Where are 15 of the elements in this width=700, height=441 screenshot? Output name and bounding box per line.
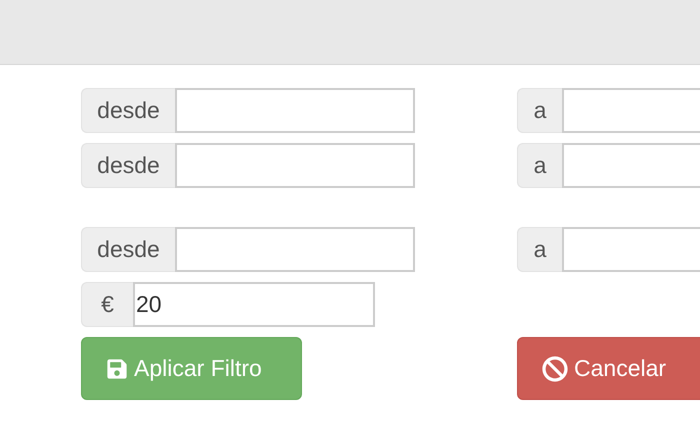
input-addon: a xyxy=(517,227,562,272)
input-addon: desde xyxy=(81,227,175,272)
input-field[interactable] xyxy=(175,227,415,272)
input-field[interactable]: 20 xyxy=(133,282,375,327)
apply-filter-button[interactable]: Aplicar Filtro xyxy=(81,337,302,400)
input-addon: € xyxy=(81,282,133,327)
input-addon: desde xyxy=(81,143,175,188)
input-addon: a xyxy=(517,143,562,188)
ban-icon xyxy=(542,356,568,382)
input-addon: a xyxy=(517,88,562,133)
cancel-button[interactable]: Cancelar xyxy=(517,337,700,400)
save-icon xyxy=(106,358,128,380)
input-field[interactable] xyxy=(175,88,415,133)
input-addon: desde xyxy=(81,88,175,133)
input-field[interactable] xyxy=(175,143,415,188)
